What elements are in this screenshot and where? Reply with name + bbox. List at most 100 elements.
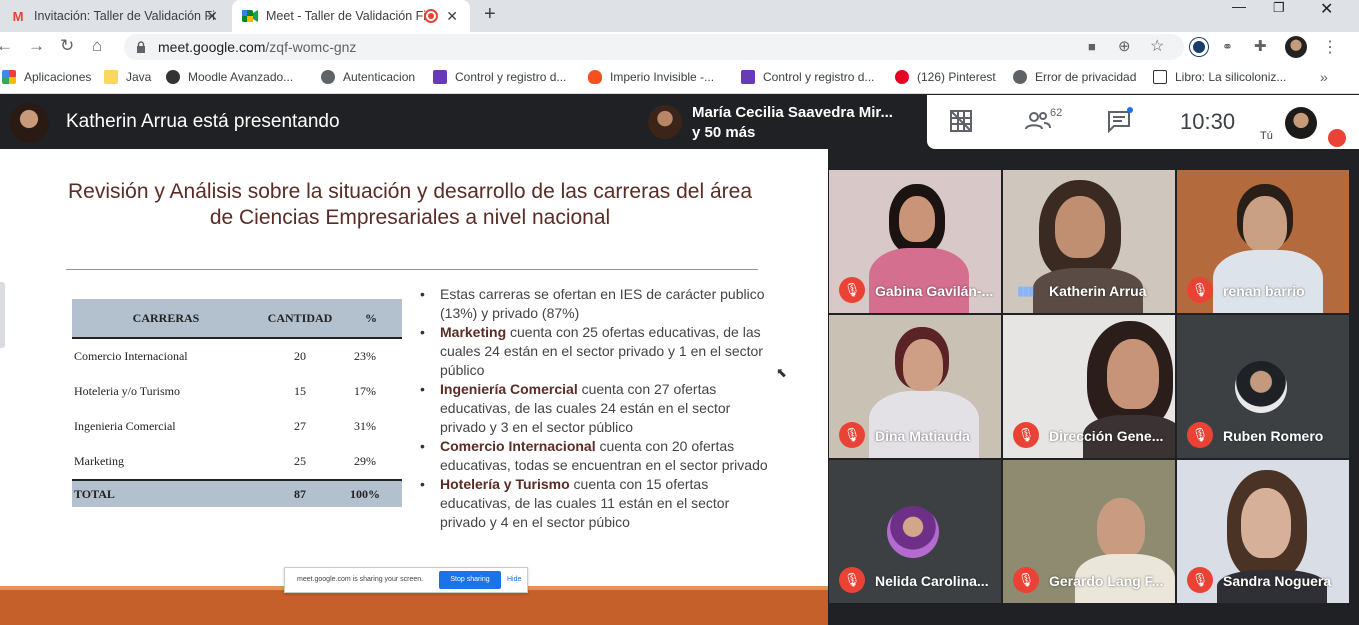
table-cell: Ingenieria Comercial	[74, 419, 176, 433]
extension-icon[interactable]	[1190, 38, 1208, 56]
presenter-avatar	[9, 103, 49, 143]
close-icon[interactable]: ✕	[446, 8, 458, 25]
chat-icon[interactable]	[1107, 107, 1133, 139]
table-header: CARRERAS CANTIDAD %	[72, 299, 402, 339]
folder-icon	[104, 70, 118, 84]
bookmarks-bar: Aplicaciones Java Moodle Avanzado... Aut…	[0, 64, 1359, 94]
bookmark-label: Moodle Avanzado...	[188, 70, 294, 84]
bookmark-item[interactable]: Aplicaciones	[2, 70, 91, 84]
forward-arrow-icon[interactable]: →	[28, 36, 45, 56]
table-cell: 87	[294, 486, 306, 501]
home-icon[interactable]: ⌂	[92, 36, 102, 56]
table-cell: Comercio Internacional	[74, 349, 188, 363]
flame-icon	[588, 70, 602, 84]
people-icon[interactable]	[1025, 109, 1051, 139]
screen-share-notice: meet.google.com is sharing your screen. …	[284, 567, 528, 593]
bookmarks-overflow-icon[interactable]: »	[1320, 69, 1328, 85]
hide-button[interactable]: Hide	[507, 576, 521, 583]
participant-name: Katherin Arrua	[1049, 283, 1147, 299]
mic-off-icon: 🎙	[1187, 277, 1213, 303]
participant-tile[interactable]: 🎙 renan barrio	[1177, 170, 1349, 313]
side-panel-handle[interactable]	[0, 282, 5, 348]
bookmark-label: Error de privacidad	[1035, 70, 1137, 84]
bookmark-item[interactable]: Error de privacidad	[1013, 70, 1136, 84]
bookmark-item[interactable]: Imperio Invisible -...	[588, 70, 714, 84]
bookmark-item[interactable]: (126) Pinterest	[895, 70, 996, 84]
participant-face	[1097, 498, 1145, 558]
table-cell: 27	[294, 419, 306, 433]
minimize-icon[interactable]: —	[1232, 0, 1246, 14]
bullet-item: Marketing cuenta con 25 ofertas educativ…	[420, 323, 770, 380]
url-host: meet.google.com	[158, 39, 266, 55]
bullet-emphasis: Marketing	[440, 324, 507, 340]
column-header: %	[365, 310, 377, 325]
bookmark-item[interactable]: Autenticacion	[321, 70, 415, 84]
bookmark-item[interactable]: Libro: La silicoloniz...	[1153, 70, 1286, 84]
participant-name: Gabina Gavilán-...	[875, 283, 994, 299]
stop-sharing-button[interactable]: Stop sharing	[439, 571, 501, 589]
participant-name: Dina Matiauda	[875, 428, 970, 444]
bookmark-item[interactable]: Moodle Avanzado...	[166, 70, 293, 84]
participant-face	[899, 196, 935, 242]
moodle-icon	[166, 70, 180, 84]
jmb-icon	[1153, 70, 1167, 84]
lock-icon[interactable]	[136, 40, 146, 53]
participant-face	[1241, 488, 1291, 558]
menu-kebab-icon[interactable]: ⋮	[1322, 37, 1338, 57]
back-arrow-icon[interactable]: ←	[0, 36, 13, 56]
meeting-clock: 10:30	[1180, 109, 1236, 134]
careers-table: CARRERAS CANTIDAD % Comercio Internacion…	[72, 299, 402, 507]
profile-avatar[interactable]	[1285, 36, 1307, 58]
tab-meet[interactable]: Meet - Taller de Validación Fi ✕	[232, 0, 470, 32]
participant-name: Gerardo Lang F...	[1049, 573, 1164, 589]
participant-tile[interactable]: 🎙 Dirección Gene...	[1003, 315, 1175, 458]
reload-icon[interactable]: ↻	[60, 36, 74, 56]
slide-divider	[66, 269, 758, 270]
participant-face	[903, 339, 943, 391]
tab-gmail-invitation[interactable]: M Invitación: Taller de Validación Fi ✕	[0, 0, 230, 32]
gmail-icon: M	[12, 8, 24, 24]
participant-body	[869, 391, 979, 458]
extension-link-icon[interactable]: ⚭	[1222, 39, 1233, 55]
participant-face	[1107, 339, 1159, 409]
bookmark-item[interactable]: Control y registro d...	[741, 70, 874, 84]
bullet-emphasis: Comercio Internacional	[440, 438, 596, 454]
bookmark-item[interactable]: Java	[104, 70, 151, 84]
forms-icon	[741, 70, 755, 84]
tab-title: Invitación: Taller de Validación Fi	[34, 9, 215, 23]
mic-off-icon: 🎙	[1013, 422, 1039, 448]
participant-face	[1055, 196, 1105, 258]
restore-icon[interactable]: ❐	[1273, 0, 1285, 16]
table-row: Comercio Internacional 20 23%	[72, 339, 402, 374]
participant-tile[interactable]: 🎙 Dina Matiauda	[829, 315, 1001, 458]
participant-tile[interactable]: ▮▮▮ Katherin Arrua	[1003, 170, 1175, 313]
pinterest-icon	[895, 70, 909, 84]
bookmark-star-icon[interactable]: ☆	[1150, 36, 1164, 56]
table-cell: 29%	[354, 454, 376, 468]
close-window-icon[interactable]: ✕	[1320, 0, 1333, 19]
zoom-icon[interactable]: ⊕	[1118, 37, 1131, 55]
pinned-participants[interactable]: María Cecilia Saavedra Mir... y 50 más	[640, 95, 927, 149]
extensions-puzzle-icon[interactable]: ✚	[1254, 37, 1267, 55]
participant-tile[interactable]: 🎙 Sandra Noguera	[1177, 460, 1349, 603]
address-bar[interactable]: meet.google.com/zqf-womc-gnz ■ ⊕ ☆	[124, 34, 1184, 60]
layout-grid-icon[interactable]	[949, 109, 973, 139]
participant-tile[interactable]: 🎙 Gabina Gavilán-...	[829, 170, 1001, 313]
self-avatar[interactable]	[1285, 107, 1317, 139]
presentation-slide: Revisión y Análisis sobre la situación y…	[0, 149, 828, 625]
meet-call-area: Katherin Arrua está presentando María Ce…	[0, 95, 1359, 625]
bookmark-item[interactable]: Control y registro d...	[433, 70, 566, 84]
participant-tile[interactable]: 🎙 Ruben Romero	[1177, 315, 1349, 458]
new-tab-plus-icon[interactable]: +	[484, 3, 496, 26]
mouse-cursor-icon: ⬉	[776, 365, 787, 380]
participant-tile[interactable]: 🎙 Nelida Carolina...	[829, 460, 1001, 603]
table-cell: 23%	[354, 349, 376, 363]
close-icon[interactable]: ✕	[206, 8, 218, 25]
participant-avatar	[1235, 361, 1287, 413]
slide-title: Revisión y Análisis sobre la situación y…	[40, 179, 780, 231]
globe-icon	[321, 70, 335, 84]
pinned-avatar	[648, 105, 682, 139]
participant-tile[interactable]: 🎙 Gerardo Lang F...	[1003, 460, 1175, 603]
camera-indicator-icon[interactable]: ■	[1088, 39, 1096, 54]
participant-name: Sandra Noguera	[1223, 573, 1332, 589]
